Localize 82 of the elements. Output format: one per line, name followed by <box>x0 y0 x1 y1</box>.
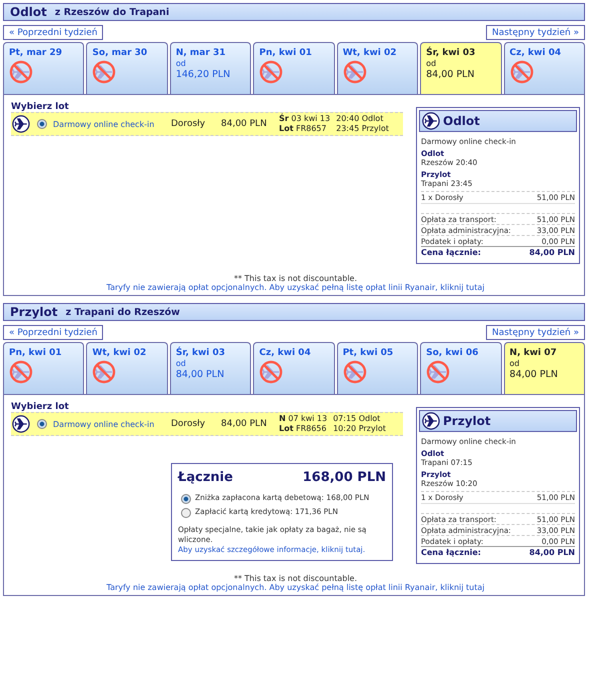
price-label: Cena łącznie: <box>421 248 482 256</box>
date-tab[interactable]: Cz, kwi 04 <box>504 42 585 94</box>
date-label: Cz, kwi 04 <box>259 348 311 358</box>
departure-time: 20:40 Odlot <box>336 114 384 124</box>
summary-title: Odlot <box>443 114 480 128</box>
flight-date: Śr 03 kwi 13 <box>279 114 330 124</box>
date-label: Pn, kwi 01 <box>259 48 312 58</box>
date-label: Śr, kwi 03 <box>176 348 226 358</box>
date-tab[interactable]: Wt, kwi 02 <box>86 342 168 394</box>
date-tab[interactable]: So, mar 30 <box>86 42 168 94</box>
flight-price: 84,00 PLN <box>221 119 268 129</box>
date-label: Pt, mar 29 <box>9 48 62 58</box>
date-label: So, kwi 06 <box>426 348 478 358</box>
price-text: 84,00 PLN <box>426 69 474 80</box>
passenger-text: Dorosły <box>171 119 206 129</box>
total-amount: 168,00 PLN <box>302 470 386 485</box>
date-tab[interactable]: Cz, kwi 04 <box>253 342 335 394</box>
passenger-text: Dorosły <box>171 419 206 429</box>
fees-link[interactable]: Taryfy nie zawierają opłat opcjonalnych. Aby uzyskać pełną listę opłat linii Ryanair, kliknij tutaj <box>106 283 484 292</box>
payment-radio[interactable] <box>181 494 191 504</box>
choose-flight-heading: Wybierz lot <box>11 102 70 112</box>
date-tab[interactable]: Śr, kwi 03 od 84,00 PLN <box>420 42 502 94</box>
arrival-time: 23:45 Przylot <box>336 124 389 134</box>
price-value: 84,00 PLN <box>529 548 575 556</box>
choose-flight-heading: Wybierz lot <box>11 402 70 412</box>
plane-icon <box>422 412 440 430</box>
arrival-time: 10:20 Przylot <box>333 424 386 434</box>
total-title: Łącznie <box>178 470 233 485</box>
fees-link[interactable]: Taryfy nie zawierają opłat opcjonalnych. Aby uzyskać pełną listę opłat linii Ryanair, kliknij tutaj <box>106 583 484 592</box>
route-text: z Trapani do Rzeszów <box>66 306 180 318</box>
date-tab[interactable]: Pn, kwi 01 <box>253 42 335 94</box>
price-label: Cena łącznie: <box>421 548 482 556</box>
plane-icon <box>422 112 440 130</box>
flight-row[interactable]: Darmowy online check-in Dorosły 84,00 PLN N 07 kwi 13 Lot FR8656 07:15 Odlot 10:20 Przylot <box>11 412 403 436</box>
flight-row[interactable]: Darmowy online check-in Dorosły 84,00 PLN Śr 03 kwi 13 Lot FR8657 20:40 Odlot 23:45 Przylot <box>11 112 403 136</box>
fare-link[interactable]: Darmowy online check-in <box>53 420 171 428</box>
date-label: Wt, kwi 02 <box>342 48 397 58</box>
route-text: z Rzeszów do Trapani <box>54 6 170 18</box>
flight-price: 84,00 PLN <box>221 419 268 429</box>
section-title: Przylot <box>10 305 58 319</box>
tax-note: ** This tax is not discountable. <box>234 274 358 283</box>
summary-title: Przylot <box>443 414 491 428</box>
plane-icon <box>12 115 30 133</box>
radio-button[interactable] <box>37 119 47 129</box>
date-tab[interactable]: Śr, kwi 03 od 84,00 PLN <box>170 342 252 394</box>
previous-week-button[interactable]: « Poprzedni tydzień <box>3 325 104 340</box>
date-label: N, kwi 07 <box>510 348 557 358</box>
date-tab[interactable]: N, mar 31 od 146,20 PLN <box>170 42 252 94</box>
flight-date: N 07 kwi 13 <box>279 414 328 424</box>
price-text: 84,00 PLN <box>510 369 558 380</box>
section-title: Odlot <box>10 5 47 19</box>
price-text: 146,20 PLN <box>176 69 230 80</box>
fare-link[interactable]: Darmowy online check-in <box>53 120 171 128</box>
date-label: Pn, kwi 01 <box>9 348 62 358</box>
date-tab[interactable]: Wt, kwi 02 <box>336 42 418 94</box>
price-text: 84,00 PLN <box>176 369 224 380</box>
date-tab[interactable]: Pt, kwi 05 <box>336 342 418 394</box>
date-label: Cz, kwi 04 <box>510 48 561 58</box>
previous-week-button[interactable]: « Poprzedni tydzień <box>3 25 104 40</box>
date-tab[interactable]: Pt, mar 29 <box>3 42 84 94</box>
from-label: od <box>176 59 186 68</box>
date-tab[interactable]: Pn, kwi 01 <box>3 342 84 394</box>
date-label: Wt, kwi 02 <box>92 348 146 358</box>
date-tab[interactable]: N, kwi 07 od 84,00 PLN <box>504 342 585 394</box>
departure-time: 07:15 Odlot <box>333 414 382 424</box>
from-label: od <box>426 59 436 68</box>
payment-radio[interactable] <box>181 508 191 518</box>
flight-number: Lot FR8656 <box>279 424 328 434</box>
price-value: 84,00 PLN <box>529 248 575 256</box>
date-label: Śr, kwi 03 <box>426 48 476 58</box>
from-label: od <box>510 359 520 368</box>
date-tab[interactable]: So, kwi 06 <box>420 342 502 394</box>
next-week-button[interactable]: Następny tydzień » <box>486 25 585 40</box>
tax-note: ** This tax is not discountable. <box>234 574 358 583</box>
date-label: So, mar 30 <box>92 48 148 58</box>
radio-button[interactable] <box>37 419 47 429</box>
plane-icon <box>12 415 30 433</box>
next-week-button[interactable]: Następny tydzień » <box>486 325 585 340</box>
date-label: N, mar 31 <box>176 48 226 58</box>
date-label: Pt, kwi 05 <box>342 348 394 358</box>
from-label: od <box>176 359 186 368</box>
flight-number: Lot FR8657 <box>279 124 328 134</box>
